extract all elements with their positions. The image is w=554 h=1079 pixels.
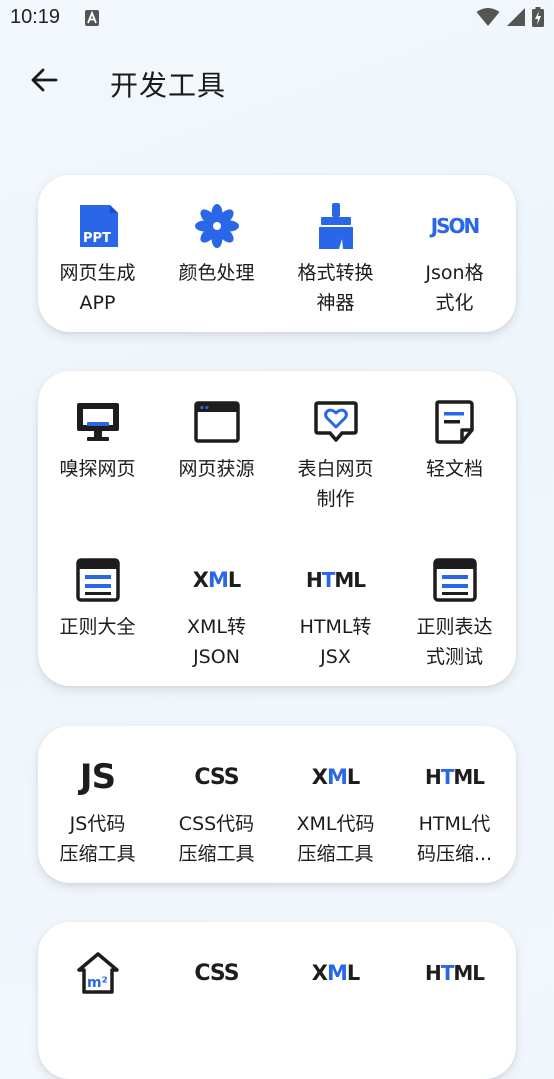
json-icon: JSON [430, 214, 481, 238]
tile-label: 正则大全 [59, 616, 136, 638]
tile-light-doc[interactable]: 轻文档 [395, 398, 514, 484]
tile-regex-test[interactable]: 正则表达 式测试 [395, 556, 514, 672]
status-time: 10:19 [10, 6, 61, 28]
tile-label: HTML转 JSX [299, 616, 372, 668]
html-icon: HTML [424, 961, 485, 985]
tile-xml-to-json[interactable]: XML XML转 JSON [157, 556, 276, 672]
browser-window-icon [193, 398, 241, 446]
brush-icon [312, 202, 360, 250]
xml-icon: XML [311, 961, 361, 985]
tool-card-1: PPT 网页生成 APP 颜色处理 格式转换 神器 JSON Json格 式化 [38, 175, 516, 332]
ppt-icon: PPT [74, 202, 122, 250]
tile-format-converter[interactable]: 格式转换 神器 [276, 202, 395, 318]
tool-card-4: m² CSS XML HTML [38, 922, 516, 1079]
tile-label: CSS代码 压缩工具 [178, 813, 255, 865]
status-bar: 10:19 [0, 0, 554, 38]
tile-html-to-jsx[interactable]: HTML HTML转 JSX [276, 556, 395, 672]
tile-label: Json格 式化 [425, 262, 484, 314]
tile-love-webpage[interactable]: 表白网页 制作 [276, 398, 395, 514]
xml-icon: XML [311, 765, 361, 789]
tile-webpage-to-app[interactable]: PPT 网页生成 APP [38, 202, 157, 318]
tile-sniff-webpage[interactable]: 嗅探网页 [38, 398, 157, 484]
tile-xml-more[interactable]: XML [276, 949, 395, 997]
notification-a-icon [85, 10, 99, 26]
app-bar: 开发工具 [0, 38, 554, 126]
xml-icon: XML [192, 568, 242, 592]
heart-message-icon [312, 398, 360, 446]
tile-label: 轻文档 [425, 458, 483, 480]
regex-test-icon [431, 556, 479, 604]
tile-label: JS代码 压缩工具 [59, 813, 136, 865]
tile-webpage-source[interactable]: 网页获源 [157, 398, 276, 484]
svg-text:PPT: PPT [83, 231, 111, 246]
tile-xml-compress[interactable]: XML XML代码 压缩工具 [276, 753, 395, 869]
tile-label: 网页生成 APP [59, 262, 136, 314]
tile-label: 网页获源 [178, 458, 255, 480]
regex-card-icon [74, 556, 122, 604]
js-icon: JS [79, 757, 116, 797]
battery-charging-icon [532, 7, 544, 27]
tile-label: XML转 JSON [187, 616, 246, 668]
tile-css-more[interactable]: CSS [157, 949, 276, 997]
css-icon: CSS [194, 960, 239, 986]
signal-icon [507, 8, 525, 26]
tile-label: 表白网页 制作 [297, 458, 374, 510]
flower-icon [193, 202, 241, 250]
html-icon: HTML [424, 765, 485, 789]
css-icon: CSS [194, 764, 239, 790]
wifi-icon [476, 8, 500, 26]
tile-html-compress[interactable]: HTML HTML代 码压缩... [395, 753, 514, 869]
tile-label: 格式转换 神器 [297, 262, 374, 314]
tile-label: XML代码 压缩工具 [296, 813, 375, 865]
monitor-icon [74, 398, 122, 446]
page-title: 开发工具 [110, 69, 227, 102]
system-icons [476, 7, 544, 27]
tile-label: 颜色处理 [178, 262, 255, 284]
tile-label: HTML代 码压缩... [416, 813, 493, 865]
arrow-left-icon [31, 68, 58, 92]
tool-card-3: JS JS代码 压缩工具 CSS CSS代码 压缩工具 XML XML代码 压缩… [38, 726, 516, 883]
tool-card-2: 嗅探网页 网页获源 表白网页 制作 轻文档 正则大全 XML XML转 JSON… [38, 371, 516, 686]
tile-color-processing[interactable]: 颜色处理 [157, 202, 276, 288]
document-icon [431, 398, 479, 446]
html-icon: HTML [305, 568, 366, 592]
tile-regex-collection[interactable]: 正则大全 [38, 556, 157, 642]
tile-css-compress[interactable]: CSS CSS代码 压缩工具 [157, 753, 276, 869]
tile-html-more[interactable]: HTML [395, 949, 514, 997]
tile-json-format[interactable]: JSON Json格 式化 [395, 202, 514, 318]
house-area-icon: m² [74, 949, 122, 997]
back-button[interactable] [26, 62, 62, 98]
svg-text:m²: m² [87, 975, 108, 991]
tile-house-area[interactable]: m² [38, 949, 157, 997]
tile-label: 嗅探网页 [59, 458, 136, 480]
tile-js-compress[interactable]: JS JS代码 压缩工具 [38, 753, 157, 869]
tile-label: 正则表达 式测试 [416, 616, 493, 668]
